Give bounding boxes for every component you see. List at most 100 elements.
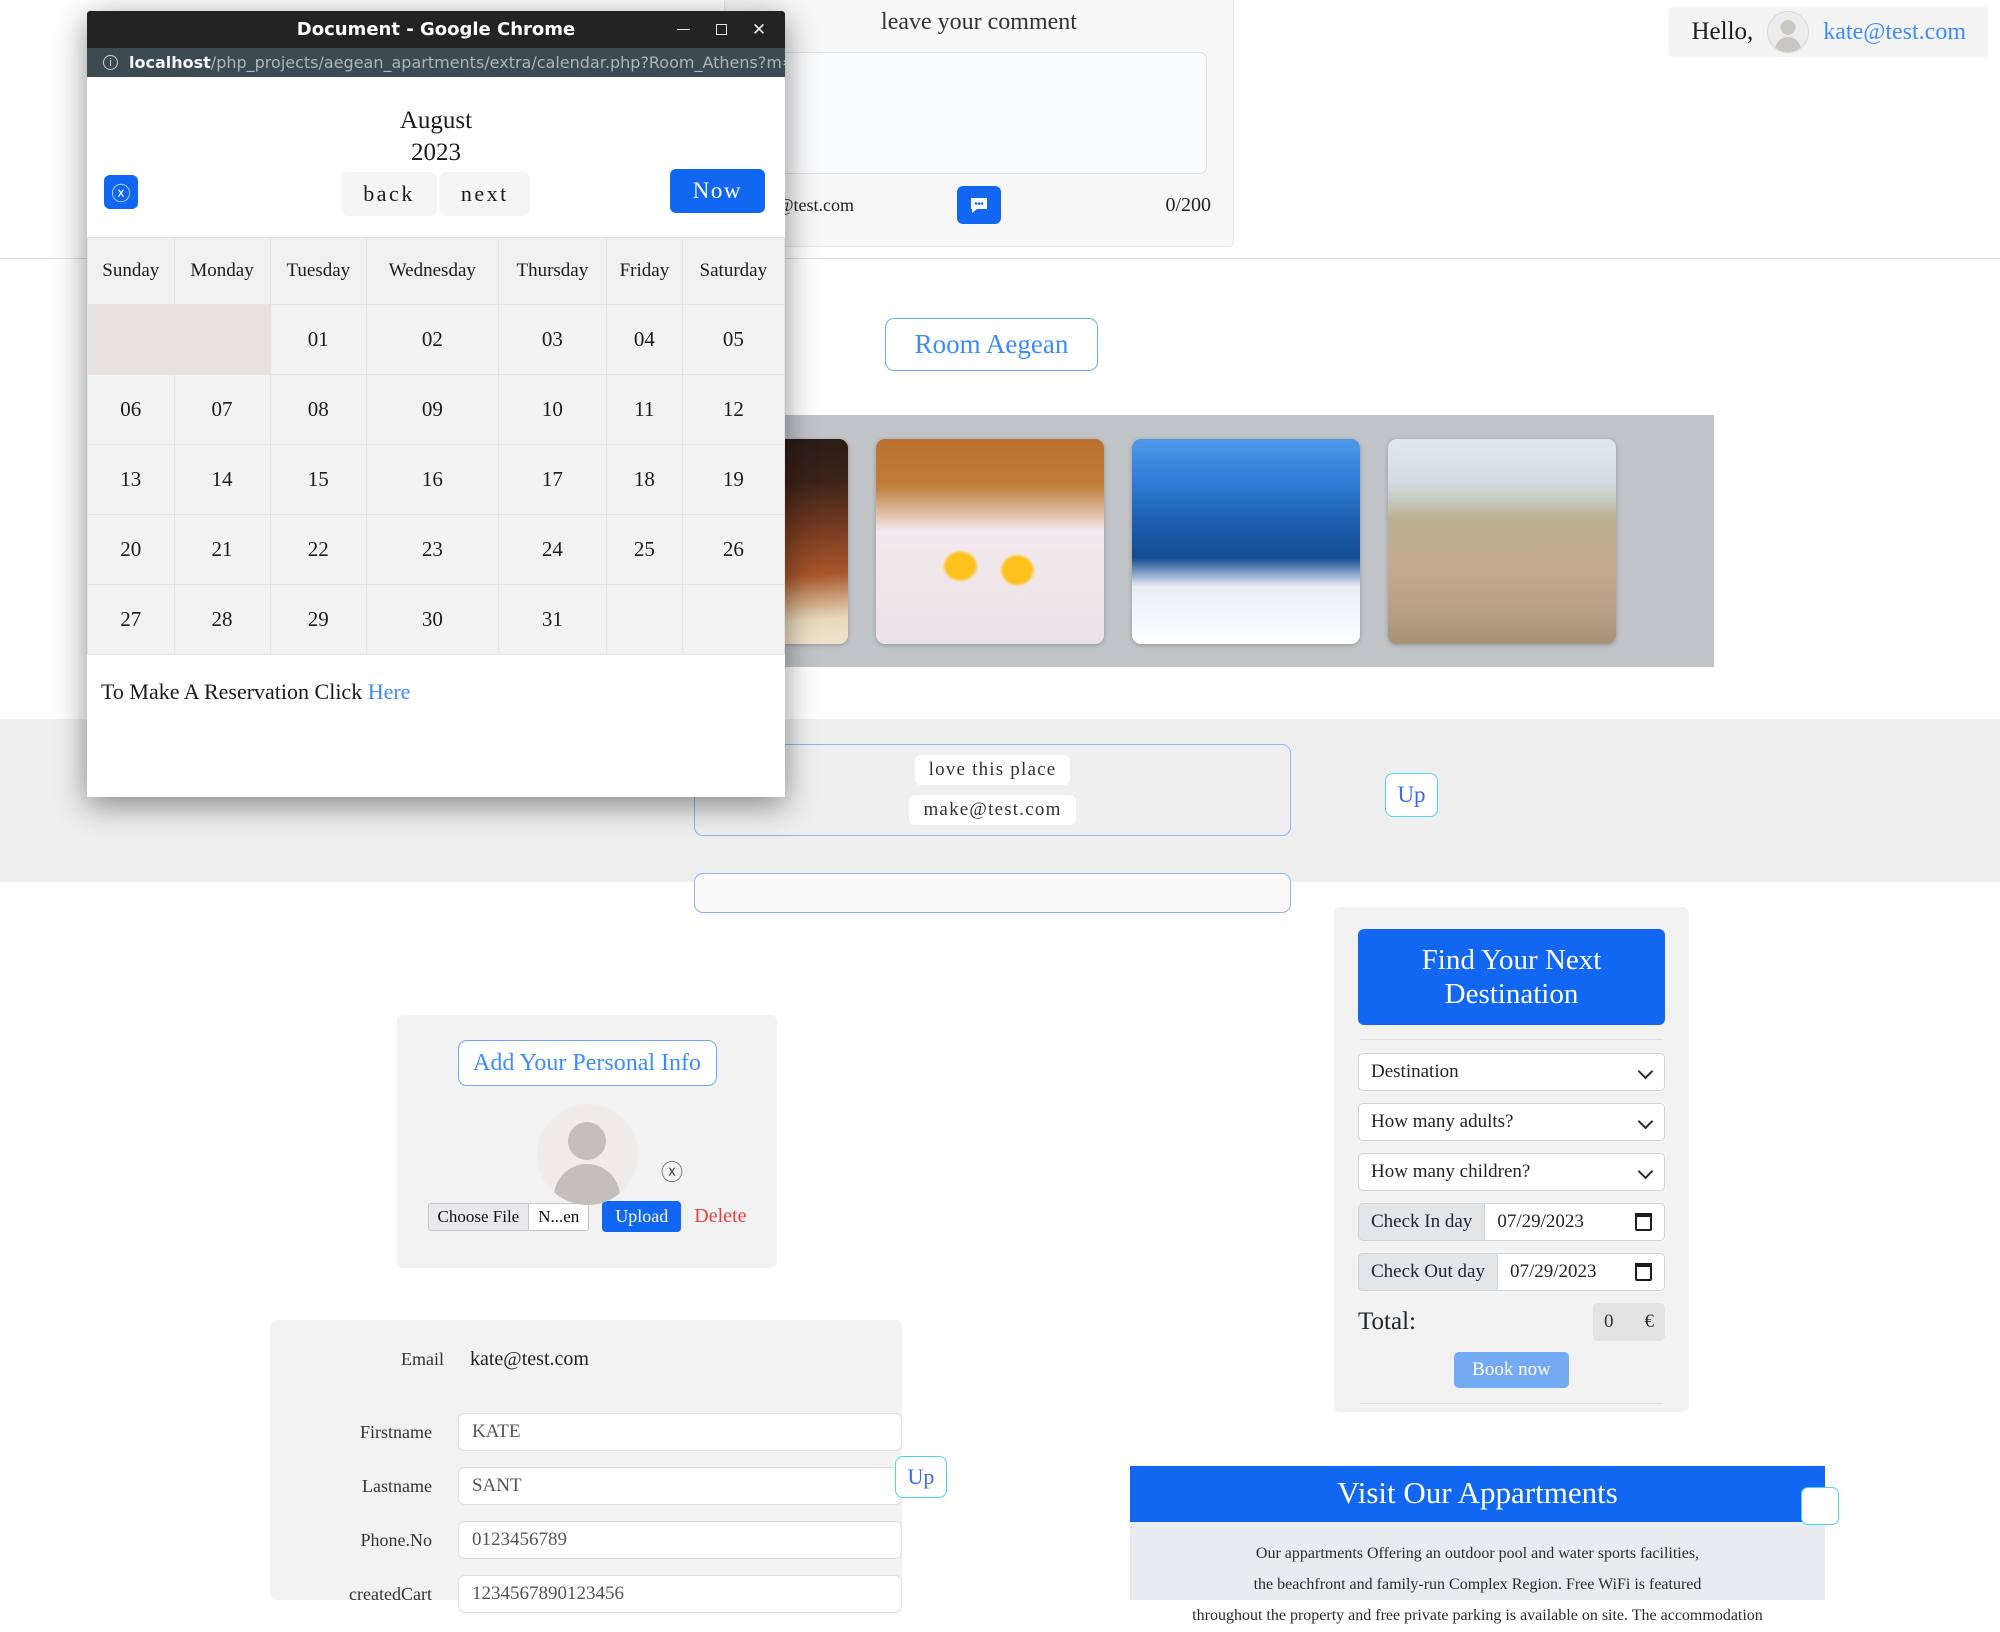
calendar-day-cell[interactable]: 05 <box>681 304 785 375</box>
circle-x-icon[interactable]: ⓧ <box>661 1155 683 1187</box>
calendar-day-cell[interactable]: 03 <box>497 304 608 375</box>
calendar-day-cell[interactable]: 16 <box>366 444 499 515</box>
calendar-page: August 2023 ⓧ back next Now Sunday Monda… <box>87 77 785 797</box>
calendar-day-cell[interactable]: 29 <box>269 584 368 655</box>
total-value-box: 0 € <box>1593 1303 1665 1342</box>
calendar-day-cell <box>681 584 785 655</box>
calendar-day-cell[interactable]: 09 <box>366 374 499 445</box>
calendar-now-button[interactable]: Now <box>669 169 765 213</box>
calendar-day-cell[interactable]: 13 <box>87 444 175 515</box>
destination-select-value: Destination <box>1371 1061 1459 1083</box>
calendar-day-cell[interactable]: 14 <box>173 444 271 515</box>
circle-x-icon[interactable]: ⓧ <box>104 175 138 209</box>
createdcart-field[interactable] <box>457 1575 902 1613</box>
page-root: Hello, kate@test.com leave your comment … <box>0 0 2000 1624</box>
form-row-lastname: Lastname <box>270 1467 902 1505</box>
firstname-field[interactable] <box>457 1413 902 1451</box>
window-controls: ✕ <box>665 11 777 48</box>
calendar-day-cell[interactable]: 28 <box>173 584 271 655</box>
visit-line-3: throughout the property and free private… <box>1192 1607 1763 1625</box>
delete-avatar-link[interactable]: Delete <box>694 1205 746 1228</box>
comment-input[interactable] <box>751 52 1207 174</box>
adults-select[interactable]: How many adults? <box>1358 1103 1665 1142</box>
calendar-day-cell[interactable]: 06 <box>87 374 175 445</box>
chrome-url-host: localhost <box>129 53 211 72</box>
calendar-day-cell[interactable]: 27 <box>87 584 175 655</box>
reservation-here-link[interactable]: Here <box>368 679 411 704</box>
comment-bubble-icon <box>971 198 987 213</box>
calendar-day-cell[interactable]: 10 <box>497 374 608 445</box>
athens-acropolis-cityscape-photo[interactable] <box>1388 438 1616 644</box>
calendar-day-cell[interactable]: 12 <box>681 374 785 445</box>
calendar-day-cell[interactable]: 02 <box>366 304 499 375</box>
checkout-row: Check Out day 07/29/2023 <box>1358 1253 1665 1292</box>
calendar-day-cell[interactable]: 22 <box>269 514 368 585</box>
checkout-date-input[interactable]: 07/29/2023 <box>1496 1253 1665 1292</box>
checkin-date-value: 07/29/2023 <box>1497 1211 1584 1233</box>
calendar-day-cell[interactable]: 31 <box>497 584 608 655</box>
lastname-field[interactable] <box>457 1467 902 1505</box>
weekday-monday: Monday <box>173 237 271 305</box>
choose-file-button[interactable]: Choose File <box>427 1202 529 1231</box>
file-input[interactable]: Choose File N...en <box>427 1202 590 1231</box>
user-avatar-icon <box>536 1104 638 1205</box>
santorini-balcony-sea-photo[interactable] <box>1132 438 1360 644</box>
chrome-window-title: Document - Google Chrome <box>296 19 576 40</box>
calendar-icon[interactable] <box>1635 1213 1652 1232</box>
calendar-day-cell[interactable]: 01 <box>269 304 368 375</box>
phone-field[interactable] <box>457 1521 902 1559</box>
adults-select-value: How many adults? <box>1371 1111 1514 1133</box>
info-circle-icon[interactable]: i <box>103 55 118 70</box>
total-label: Total: <box>1358 1308 1416 1336</box>
children-select[interactable]: How many children? <box>1358 1153 1665 1192</box>
calendar-day-cell[interactable]: 11 <box>606 374 683 445</box>
calendar-day-cell[interactable]: 17 <box>497 444 608 515</box>
chrome-address-bar[interactable]: i localhost/php_projects/aegean_apartmen… <box>87 48 785 77</box>
calendar-day-cell[interactable]: 18 <box>606 444 683 515</box>
destination-select[interactable]: Destination <box>1358 1053 1665 1092</box>
breakfast-in-bed-photo[interactable] <box>876 438 1104 644</box>
book-now-button[interactable]: Book now <box>1454 1352 1569 1389</box>
reviews-up-button[interactable]: Up <box>1385 773 1438 817</box>
upload-button[interactable]: Upload <box>602 1201 682 1232</box>
form-row-createdcart: createdCart <box>270 1575 902 1613</box>
calendar-icon[interactable] <box>1635 1263 1652 1282</box>
calendar-next-button[interactable]: next <box>438 172 531 216</box>
calendar-day-cell[interactable]: 04 <box>606 304 683 375</box>
calendar-day-cell[interactable]: 24 <box>497 514 608 585</box>
calendar-day-cell[interactable]: 19 <box>681 444 785 515</box>
personal-info-title[interactable]: Add Your Personal Info <box>457 1040 717 1086</box>
comment-send-button[interactable] <box>957 186 1001 224</box>
calendar-day-cell[interactable]: 23 <box>366 514 499 585</box>
weekday-friday: Friday <box>606 237 683 305</box>
selected-file-name: N...en <box>528 1202 590 1231</box>
calendar-day-cell[interactable]: 30 <box>366 584 499 655</box>
visit-up-button[interactable] <box>1801 1487 1839 1525</box>
calendar-table: Sunday Monday Tuesday Wednesday Thursday… <box>87 237 785 655</box>
review-author-email: make@test.com <box>909 795 1076 825</box>
maximize-icon[interactable] <box>703 14 739 46</box>
checkin-date-input[interactable]: 07/29/2023 <box>1484 1203 1665 1242</box>
reservation-prompt: To Make A Reservation Click Here <box>87 655 785 705</box>
total-amount: 0 <box>1604 1311 1614 1333</box>
calendar-day-cell[interactable]: 25 <box>606 514 683 585</box>
calendar-day-cell[interactable]: 20 <box>87 514 175 585</box>
calendar-day-cell[interactable]: 26 <box>681 514 785 585</box>
calendar-day-cell[interactable]: 08 <box>269 374 368 445</box>
calendar-day-cell[interactable]: 15 <box>269 444 368 515</box>
minimize-icon[interactable] <box>665 14 701 46</box>
calendar-day-cell[interactable]: 21 <box>173 514 271 585</box>
user-email-link[interactable]: kate@test.com <box>1823 19 1966 46</box>
chrome-titlebar[interactable]: Document - Google Chrome ✕ <box>87 11 785 48</box>
room-title-pill[interactable]: Room Aegean <box>885 318 1098 371</box>
calendar-year: 2023 <box>411 139 461 166</box>
close-icon[interactable]: ✕ <box>741 14 777 46</box>
chrome-browser-window: Document - Google Chrome ✕ i localhost/p… <box>87 11 785 797</box>
calendar-back-button[interactable]: back <box>341 172 437 216</box>
user-avatar-icon[interactable] <box>1767 11 1810 53</box>
calendar-day-cell <box>606 584 683 655</box>
avatar-row <box>397 1104 777 1205</box>
calendar-day-cell[interactable]: 07 <box>173 374 271 445</box>
total-row: Total: 0 € <box>1358 1303 1665 1342</box>
account-up-button[interactable]: Up <box>895 1456 947 1498</box>
